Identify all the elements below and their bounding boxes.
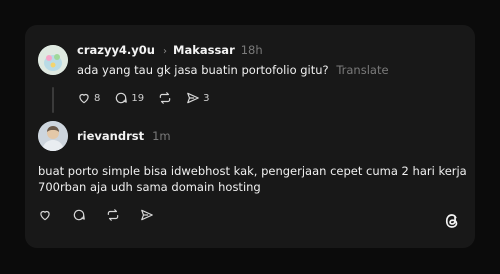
avatar[interactable] — [38, 121, 68, 151]
heart-icon — [40, 210, 50, 221]
post-time: 18h — [240, 43, 263, 57]
post-body: ada yang tau gk jasa buatin portofolio g… — [77, 63, 329, 77]
repost-icon — [107, 209, 119, 221]
avatar-image — [38, 45, 68, 75]
avatar[interactable] — [38, 45, 68, 75]
post-text: ada yang tau gk jasa buatin portofolio g… — [77, 62, 389, 78]
share-icon — [187, 92, 199, 104]
comment-button[interactable]: 19 — [114, 91, 144, 105]
threads-logo-icon — [443, 212, 461, 234]
post-location[interactable]: Makassar — [173, 43, 235, 57]
thread-card: crazyy4.y0u › Makassar 18h ada yang tau … — [25, 25, 475, 248]
share-icon — [141, 209, 153, 221]
heart-icon — [79, 93, 89, 104]
share-button[interactable]: 3 — [186, 91, 209, 105]
reply-text-line: 700rban aja udh sama domain hosting — [38, 180, 261, 194]
repost-icon — [159, 92, 171, 104]
thread-connector — [52, 87, 54, 113]
reply-text-line: buat porto simple bisa idwebhost kak, pe… — [38, 164, 467, 178]
comment-icon — [73, 209, 85, 221]
repost-button[interactable] — [158, 91, 172, 105]
reply-time: 1m — [152, 129, 171, 143]
translate-link[interactable]: Translate — [336, 63, 388, 77]
reply-text: buat porto simple bisa idwebhost kak, pe… — [38, 163, 467, 195]
avatar-image — [38, 121, 68, 151]
reply-header: rievandrst 1m — [77, 129, 171, 143]
post-header: crazyy4.y0u › Makassar 18h — [77, 43, 263, 57]
reply-actions — [38, 208, 168, 222]
share-count: 3 — [203, 92, 210, 104]
comment-button[interactable] — [72, 208, 86, 222]
post-actions: 8 19 3 — [77, 91, 223, 105]
like-count: 8 — [94, 92, 101, 104]
chevron-right-icon: › — [163, 46, 167, 57]
post-username[interactable]: crazyy4.y0u — [77, 43, 155, 57]
like-button[interactable] — [38, 208, 52, 222]
repost-button[interactable] — [106, 208, 120, 222]
share-button[interactable] — [140, 208, 154, 222]
like-button[interactable]: 8 — [77, 91, 100, 105]
reply-username[interactable]: rievandrst — [77, 129, 144, 143]
comment-count: 19 — [131, 92, 145, 104]
comment-icon — [116, 92, 128, 104]
